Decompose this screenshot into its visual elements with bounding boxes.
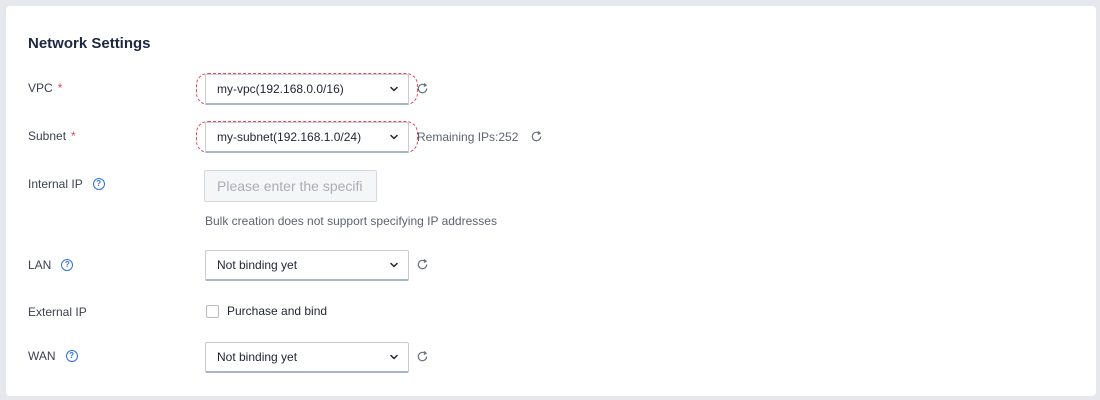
chevron-down-icon bbox=[390, 262, 398, 268]
subnet-select[interactable]: my-subnet(192.168.1.0/24) bbox=[205, 122, 409, 153]
section-title: Network Settings bbox=[28, 35, 151, 52]
wan-selected-value: Not binding yet bbox=[217, 350, 298, 364]
required-asterisk: * bbox=[71, 129, 76, 143]
lan-label-text: LAN bbox=[28, 258, 52, 272]
purchase-and-bind-label[interactable]: Purchase and bind bbox=[227, 304, 327, 318]
lan-refresh-icon[interactable] bbox=[416, 258, 429, 271]
vpc-selected-value: my-vpc(192.168.0.0/16) bbox=[217, 82, 344, 96]
internal-ip-label-text: Internal IP bbox=[28, 177, 83, 191]
remaining-ips-text: Remaining IPs:252 bbox=[417, 130, 519, 144]
wan-select[interactable]: Not binding yet bbox=[205, 342, 409, 373]
internal-ip-label: Internal IP ? bbox=[28, 176, 105, 192]
required-asterisk: * bbox=[57, 81, 63, 95]
purchase-and-bind-checkbox[interactable] bbox=[206, 305, 219, 318]
wan-refresh-icon[interactable] bbox=[416, 350, 429, 363]
network-settings-card: Network Settings VPC * my-vpc(192.168.0.… bbox=[6, 6, 1096, 396]
internal-ip-input[interactable]: Please enter the specifi bbox=[204, 170, 377, 202]
internal-ip-placeholder: Please enter the specifi bbox=[217, 178, 363, 194]
internal-ip-hint: Bulk creation does not support specifyin… bbox=[205, 214, 497, 228]
subnet-label-text: Subnet bbox=[28, 129, 67, 143]
help-icon[interactable]: ? bbox=[61, 259, 74, 271]
external-ip-label: External IP bbox=[28, 305, 87, 319]
subnet-selected-value: my-subnet(192.168.1.0/24) bbox=[217, 130, 362, 144]
chevron-down-icon bbox=[390, 86, 398, 92]
vpc-label: VPC * bbox=[28, 80, 62, 96]
lan-select[interactable]: Not binding yet bbox=[205, 250, 409, 281]
vpc-label-text: VPC bbox=[28, 81, 53, 95]
wan-label-text: WAN bbox=[28, 349, 56, 363]
help-icon[interactable]: ? bbox=[92, 178, 105, 190]
help-icon[interactable]: ? bbox=[65, 350, 78, 362]
chevron-down-icon bbox=[390, 134, 398, 140]
subnet-refresh-icon[interactable] bbox=[530, 130, 543, 143]
vpc-select[interactable]: my-vpc(192.168.0.0/16) bbox=[205, 74, 409, 105]
subnet-label: Subnet * bbox=[28, 128, 76, 144]
wan-label: WAN ? bbox=[28, 348, 78, 364]
chevron-down-icon bbox=[390, 354, 398, 360]
vpc-refresh-icon[interactable] bbox=[416, 82, 429, 95]
lan-selected-value: Not binding yet bbox=[217, 258, 298, 272]
lan-label: LAN ? bbox=[28, 257, 74, 273]
